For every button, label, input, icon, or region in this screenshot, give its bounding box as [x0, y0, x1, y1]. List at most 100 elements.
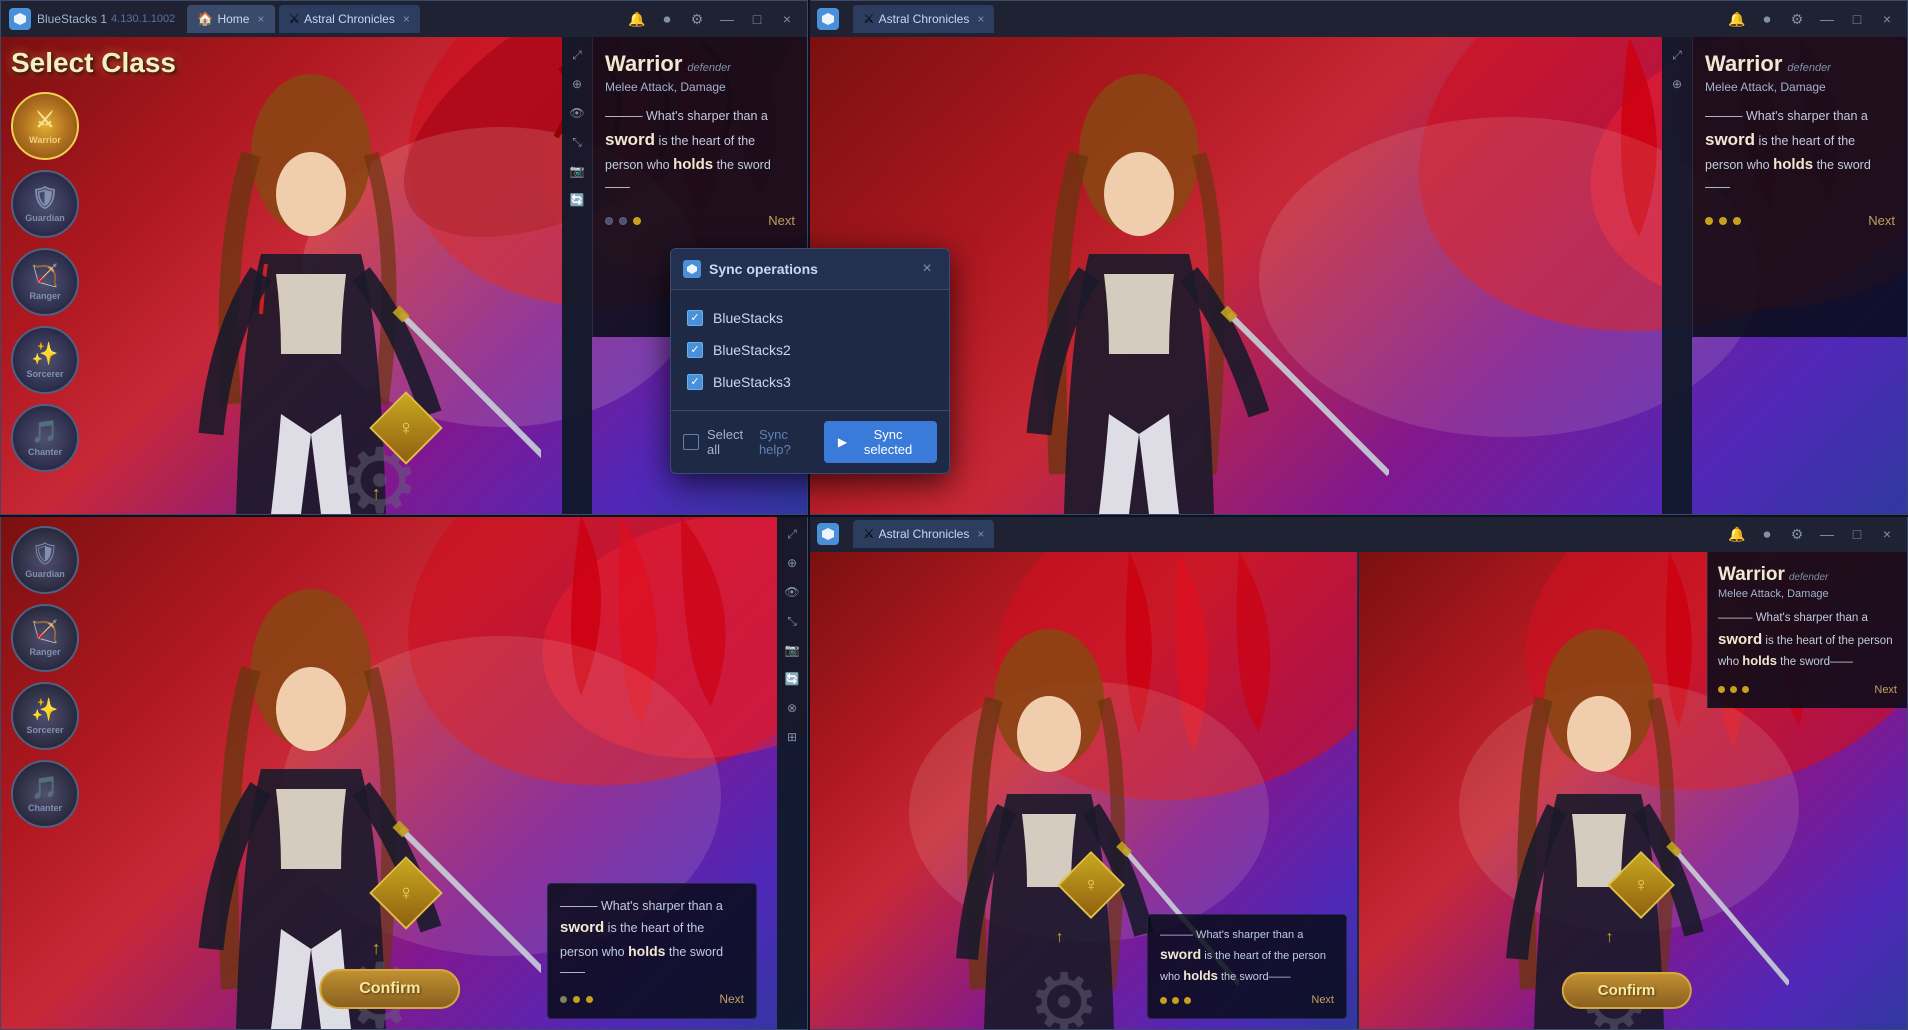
- window-bottom-right[interactable]: ⚔ Astral Chronicles × 🔔 ⏺ ⚙ — □ ×: [808, 515, 1908, 1030]
- side-tool-resize[interactable]: ⤡: [563, 128, 591, 156]
- close-button-2[interactable]: ×: [1875, 7, 1899, 31]
- class-icon-ranger[interactable]: 🏹 Ranger: [11, 248, 79, 316]
- bell-icon-2[interactable]: 🔔: [1725, 7, 1749, 31]
- sync-instance-bluestacks3[interactable]: ✓ BlueStacks3: [683, 366, 937, 398]
- minimize-button[interactable]: —: [715, 7, 739, 31]
- side-tool-bl-1[interactable]: ⤢: [778, 520, 806, 548]
- bell-icon[interactable]: 🔔: [625, 7, 649, 31]
- checkmark-bs3: ✓: [690, 377, 699, 388]
- side-tool-bl-5[interactable]: 📷: [778, 636, 806, 664]
- side-tool-2-add[interactable]: ⊕: [1663, 70, 1691, 98]
- tab-home-close[interactable]: ×: [257, 12, 264, 26]
- minimize-button-2[interactable]: —: [1815, 7, 1839, 31]
- next-button[interactable]: Next: [768, 213, 795, 228]
- class-icon-sorcerer[interactable]: ✨ Sorcerer: [11, 326, 79, 394]
- side-tool-bl-2[interactable]: ⊕: [778, 549, 806, 577]
- sync-checkbox-bs2[interactable]: ✓: [687, 342, 703, 358]
- class-icon-guardian[interactable]: 🛡 Guardian: [11, 170, 79, 238]
- warrior-type-2: Melee Attack, Damage: [1705, 80, 1895, 94]
- settings-icon-2[interactable]: ⚙: [1785, 7, 1809, 31]
- side-tool-expand[interactable]: ⤢: [563, 41, 591, 69]
- tab-astral-br-label: Astral Chronicles: [879, 527, 970, 541]
- record-icon-2[interactable]: ⏺: [1755, 7, 1779, 31]
- side-tool-bl-6[interactable]: 🔄: [778, 665, 806, 693]
- tab-astral-close[interactable]: ×: [403, 12, 410, 26]
- sync-selected-button[interactable]: ▶ Sync selected: [824, 421, 937, 463]
- nav-dot-bl-3[interactable]: [586, 996, 593, 1003]
- class-icon-chanter[interactable]: 🎵 Chanter: [11, 404, 79, 472]
- sync-checkbox-bs3[interactable]: ✓: [687, 374, 703, 390]
- nav-dot-2-2[interactable]: [1719, 217, 1727, 225]
- class-icon-sorcerer-bl[interactable]: ✨ Sorcerer: [11, 682, 79, 750]
- window-top-right[interactable]: ⚔ Astral Chronicles × 🔔 ⏺ ⚙ — □ ×: [808, 0, 1908, 515]
- confirm-btn-sr[interactable]: Confirm: [1562, 972, 1692, 1009]
- game-area-bottom-left: 🛡 Guardian 🏹 Ranger ✨ Sorcerer 🎵 Chanter: [1, 516, 807, 1029]
- settings-icon-3[interactable]: ⚙: [1785, 522, 1809, 546]
- select-all-checkbox[interactable]: [683, 434, 699, 450]
- window-controls-main: 🔔 ⏺ ⚙ — □ ×: [625, 7, 799, 31]
- class-icon-ranger-bl[interactable]: 🏹 Ranger: [11, 604, 79, 672]
- side-tool-2-expand[interactable]: ⤢: [1663, 41, 1691, 69]
- bell-icon-3[interactable]: 🔔: [1725, 522, 1749, 546]
- close-button[interactable]: ×: [775, 7, 799, 31]
- maximize-button-2[interactable]: □: [1845, 7, 1869, 31]
- class-icon-chanter-bl[interactable]: 🎵 Chanter: [11, 760, 79, 828]
- nav-dot-2-1[interactable]: [1705, 217, 1713, 225]
- sync-instance-bluestacks2[interactable]: ✓ BlueStacks2: [683, 334, 937, 366]
- warrior-type: Melee Attack, Damage: [605, 80, 795, 94]
- next-btn-sl[interactable]: Next: [1311, 994, 1334, 1006]
- class-icons-bottom-left: 🛡 Guardian 🏹 Ranger ✨ Sorcerer 🎵 Chanter: [11, 526, 79, 828]
- chanter-icon: 🎵: [31, 419, 58, 445]
- character-figure-3: [81, 569, 541, 1029]
- record-icon[interactable]: ⏺: [655, 7, 679, 31]
- tab-home[interactable]: 🏠 Home ×: [187, 5, 274, 33]
- sync-dialog-close-button[interactable]: ×: [917, 259, 937, 279]
- sync-instance-bluestacks[interactable]: ✓ BlueStacks: [683, 302, 937, 334]
- nav-dot-bl-2[interactable]: [573, 996, 580, 1003]
- sync-instance-name-bs1: BlueStacks: [713, 310, 783, 326]
- next-btn-bl[interactable]: Next: [719, 992, 744, 1006]
- record-icon-3[interactable]: ⏺: [1755, 522, 1779, 546]
- tab-home-label: Home: [217, 12, 249, 26]
- side-tool-bl-8[interactable]: ⊞: [778, 723, 806, 751]
- sync-dialog-body: ✓ BlueStacks ✓ BlueStacks2 ✓ BlueStacks3: [671, 290, 949, 410]
- next-button-2[interactable]: Next: [1868, 213, 1895, 228]
- sync-checkbox-bs1[interactable]: ✓: [687, 310, 703, 326]
- guardian-label: Guardian: [25, 213, 65, 223]
- maximize-button-3[interactable]: □: [1845, 522, 1869, 546]
- minimize-button-3[interactable]: —: [1815, 522, 1839, 546]
- sub-panel-right: Warrior defender Melee Attack, Damage ——…: [1359, 552, 1907, 1029]
- nav-dot-3[interactable]: [633, 217, 641, 225]
- class-icon-warrior[interactable]: ⚔ Warrior: [11, 92, 79, 160]
- tab-astral-br-close[interactable]: ×: [977, 527, 984, 541]
- side-tool-eye[interactable]: 👁: [563, 99, 591, 127]
- nav-dot-2-3[interactable]: [1733, 217, 1741, 225]
- side-tool-bl-4[interactable]: ⤡: [778, 607, 806, 635]
- sync-help-link[interactable]: Sync help?: [759, 427, 816, 457]
- nav-dot-2[interactable]: [619, 217, 627, 225]
- maximize-button[interactable]: □: [745, 7, 769, 31]
- sorcerer-icon: ✨: [31, 341, 58, 367]
- sync-select-all[interactable]: Select all: [683, 427, 751, 457]
- tab-astral-right[interactable]: ⚔ Astral Chronicles ×: [853, 5, 994, 33]
- side-tool-bl-3[interactable]: 👁: [778, 578, 806, 606]
- class-icon-guardian-bl[interactable]: 🛡 Guardian: [11, 526, 79, 594]
- window-controls-right: 🔔 ⏺ ⚙ — □ ×: [1725, 7, 1899, 31]
- close-button-3[interactable]: ×: [1875, 522, 1899, 546]
- side-tool-add[interactable]: ⊕: [563, 70, 591, 98]
- side-tool-rotate[interactable]: 🔄: [563, 186, 591, 214]
- bluestacks-logo-3: [817, 523, 839, 545]
- side-tool-camera[interactable]: 📷: [563, 157, 591, 185]
- settings-icon[interactable]: ⚙: [685, 7, 709, 31]
- side-toolbar-main: ⤢ ⊕ 👁 ⤡ 📷 🔄: [562, 37, 592, 514]
- next-btn-sr[interactable]: Next: [1874, 684, 1897, 696]
- window-bottom-left[interactable]: 🛡 Guardian 🏹 Ranger ✨ Sorcerer 🎵 Chanter: [0, 515, 808, 1030]
- confirm-btn-bl[interactable]: Confirm: [319, 969, 460, 1009]
- tab-astral-right-close[interactable]: ×: [977, 12, 984, 26]
- side-tool-bl-7[interactable]: ⊗: [778, 694, 806, 722]
- warrior-description-2: ——— What's sharper than a sword is the h…: [1705, 106, 1895, 197]
- tab-astral-main[interactable]: ⚔ Astral Chronicles ×: [279, 5, 420, 33]
- nav-dot-1[interactable]: [605, 217, 613, 225]
- tab-astral-br[interactable]: ⚔ Astral Chronicles ×: [853, 520, 994, 548]
- nav-dot-bl-1[interactable]: [560, 996, 567, 1003]
